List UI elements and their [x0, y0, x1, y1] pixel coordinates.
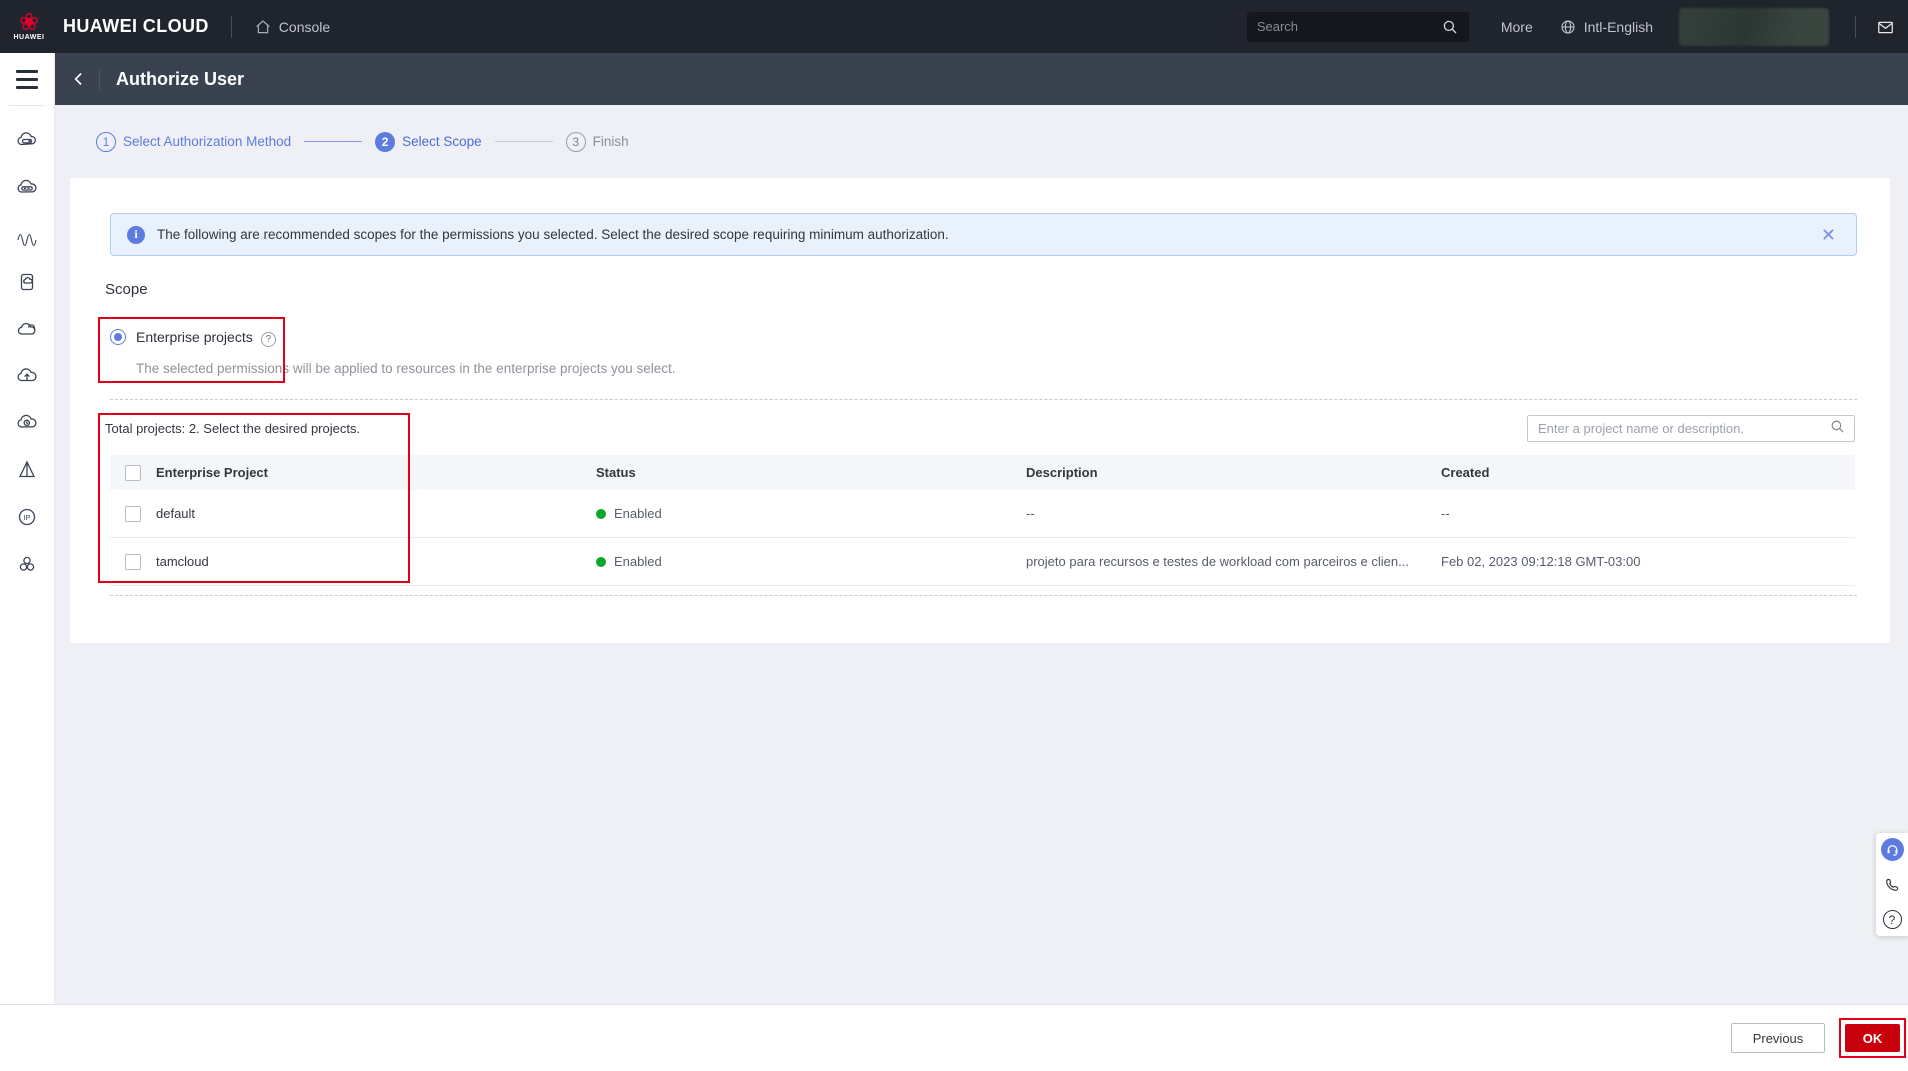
status-enabled-dot: [596, 557, 606, 567]
scope-option-row: Enterprise projects ?: [110, 326, 276, 347]
svg-text:IP: IP: [23, 513, 30, 522]
auto-scaling-icon[interactable]: [15, 223, 39, 247]
storage-device-icon[interactable]: [15, 270, 39, 294]
headset-icon[interactable]: [1881, 838, 1904, 861]
header-divider: [1855, 16, 1856, 38]
eip-icon[interactable]: IP: [15, 505, 39, 529]
console-link[interactable]: Console: [254, 18, 330, 36]
beacon-icon[interactable]: [15, 458, 39, 482]
huawei-logo[interactable]: ❀ HUAWEI: [9, 12, 49, 41]
status-text: Enabled: [614, 554, 662, 569]
scope-description: The selected permissions will be applied…: [136, 361, 676, 376]
service-sidebar: IP: [0, 53, 55, 1071]
global-search-input[interactable]: [1257, 19, 1441, 34]
table-row[interactable]: default Enabled -- --: [110, 490, 1855, 538]
step-label: Select Scope: [402, 134, 482, 149]
select-row-checkbox[interactable]: [125, 506, 141, 522]
cloud-image-icon[interactable]: [15, 176, 39, 200]
page-title: Authorize User: [116, 69, 244, 90]
step-select-authorization-method: 1 Select Authorization Method: [96, 132, 291, 152]
select-all-checkbox[interactable]: [125, 465, 141, 481]
sidebar-divider: [9, 105, 45, 106]
back-button[interactable]: [59, 53, 99, 105]
question-icon[interactable]: ?: [1881, 908, 1904, 931]
search-icon[interactable]: [1829, 418, 1846, 440]
project-created: Feb 02, 2023 09:12:18 GMT-03:00: [1441, 554, 1855, 569]
main-content: 1 Select Authorization Method 2 Select S…: [55, 105, 1908, 1004]
cloud-group-icon[interactable]: [15, 317, 39, 341]
language-menu[interactable]: Intl-English: [1559, 18, 1653, 36]
status-text: Enabled: [614, 506, 662, 521]
top-header: ❀ HUAWEI HUAWEI CLOUD Console More In: [0, 0, 1908, 53]
phone-icon[interactable]: [1881, 873, 1904, 896]
enterprise-projects-label: Enterprise projects: [136, 329, 253, 345]
project-name: tamcloud: [156, 554, 596, 569]
cluster-icon[interactable]: [15, 552, 39, 576]
project-description: projeto para recursos e testes de worklo…: [1026, 554, 1441, 569]
project-search-input[interactable]: [1538, 421, 1829, 436]
cloud-server-icon[interactable]: [15, 129, 39, 153]
account-redacted[interactable]: [1679, 8, 1829, 46]
column-header-status: Status: [596, 465, 1026, 480]
wizard-steps: 1 Select Authorization Method 2 Select S…: [55, 105, 1908, 178]
project-created: --: [1441, 506, 1855, 521]
section-divider: [110, 595, 1857, 596]
brand-title: HUAWEI CLOUD: [63, 16, 209, 37]
support-widget: ?: [1876, 833, 1908, 936]
step-select-scope: 2 Select Scope: [375, 132, 482, 152]
step-label: Select Authorization Method: [123, 134, 291, 149]
info-icon: i: [127, 226, 145, 244]
help-icon[interactable]: ?: [261, 332, 276, 347]
cloud-upload-icon[interactable]: [15, 364, 39, 388]
annotation-box-ok: OK: [1839, 1018, 1906, 1058]
home-icon: [254, 18, 272, 36]
project-description: --: [1026, 506, 1441, 521]
header-divider: [231, 16, 232, 38]
column-header-enterprise-project: Enterprise Project: [156, 465, 596, 480]
step-connector: [495, 141, 553, 142]
language-label: Intl-English: [1584, 19, 1653, 35]
step-number: 2: [375, 132, 395, 152]
previous-button[interactable]: Previous: [1731, 1023, 1825, 1053]
column-header-created: Created: [1441, 465, 1855, 480]
step-label: Finish: [593, 134, 629, 149]
enterprise-projects-radio[interactable]: [110, 329, 126, 345]
console-label: Console: [279, 19, 330, 35]
scope-heading: Scope: [105, 281, 148, 298]
footer-bar: Previous OK: [0, 1004, 1908, 1071]
step-number: 3: [566, 132, 586, 152]
globe-icon: [1559, 18, 1577, 36]
more-menu[interactable]: More: [1501, 19, 1533, 35]
title-bar: Authorize User: [55, 53, 1908, 105]
global-search: [1247, 12, 1469, 42]
step-connector: [304, 141, 362, 142]
cloud-schedule-icon[interactable]: [15, 411, 39, 435]
close-icon[interactable]: ✕: [1817, 222, 1840, 248]
project-search: [1527, 415, 1855, 442]
select-row-checkbox[interactable]: [125, 554, 141, 570]
search-icon[interactable]: [1441, 18, 1459, 36]
projects-summary: Total projects: 2. Select the desired pr…: [105, 421, 360, 436]
status-enabled-dot: [596, 509, 606, 519]
scope-card: i The following are recommended scopes f…: [70, 178, 1890, 643]
ok-button[interactable]: OK: [1845, 1024, 1900, 1052]
huawei-logo-text: HUAWEI: [14, 34, 45, 41]
step-number: 1: [96, 132, 116, 152]
project-name: default: [156, 506, 596, 521]
column-header-description: Description: [1026, 465, 1441, 480]
info-banner: i The following are recommended scopes f…: [110, 213, 1857, 256]
table-row[interactable]: tamcloud Enabled projeto para recursos e…: [110, 538, 1855, 586]
table-header-row: Enterprise Project Status Description Cr…: [110, 455, 1855, 490]
menu-toggle-icon[interactable]: [0, 53, 55, 105]
mail-icon[interactable]: [1876, 18, 1894, 36]
projects-table: Enterprise Project Status Description Cr…: [110, 455, 1855, 586]
info-banner-text: The following are recommended scopes for…: [157, 227, 1817, 242]
step-finish: 3 Finish: [566, 132, 629, 152]
section-divider: [110, 399, 1857, 400]
huawei-flower-icon: ❀: [19, 12, 39, 34]
titlebar-divider: [99, 68, 100, 90]
